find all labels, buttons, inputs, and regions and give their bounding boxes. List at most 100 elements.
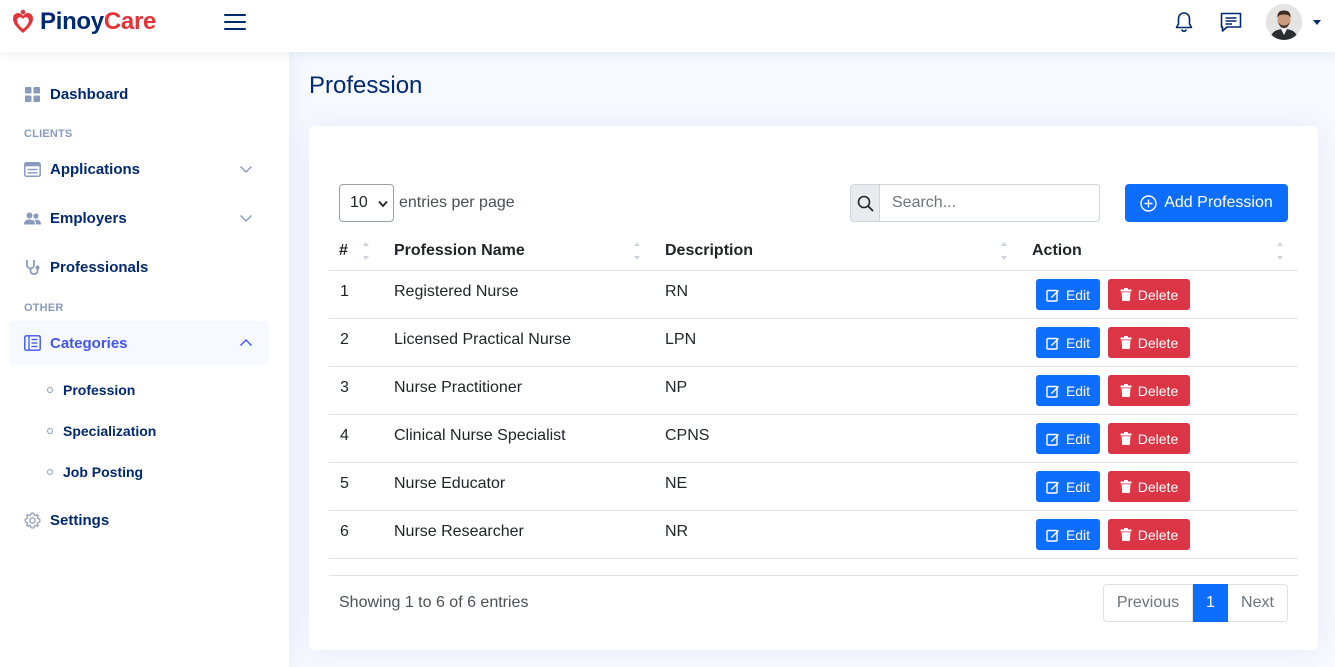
sort-icon[interactable] xyxy=(1276,240,1284,262)
menu-toggle-icon[interactable] xyxy=(223,11,247,33)
delete-button[interactable]: Delete xyxy=(1108,519,1190,550)
pagination-page-1[interactable]: 1 xyxy=(1193,584,1228,622)
column-header-number[interactable]: # xyxy=(339,242,348,260)
stethoscope-icon xyxy=(23,258,41,276)
search-input[interactable] xyxy=(880,184,1100,222)
pencil-square-icon xyxy=(1046,289,1059,302)
sort-icon[interactable] xyxy=(362,240,370,262)
row-profession-name: Licensed Practical Nurse xyxy=(394,331,571,348)
edit-label: Edit xyxy=(1065,286,1091,303)
edit-button[interactable]: Edit xyxy=(1036,279,1100,310)
bell-icon[interactable] xyxy=(1172,10,1196,34)
entries-per-page-label: entries per page xyxy=(399,194,515,211)
row-description: LPN xyxy=(665,331,697,348)
trash-icon xyxy=(1120,288,1132,301)
row-description: NR xyxy=(665,523,689,540)
row-number: 5 xyxy=(340,475,349,492)
circle-bullet-icon xyxy=(47,428,53,434)
sidebar-subitem-profession[interactable]: Profession xyxy=(47,380,135,400)
trash-icon xyxy=(1120,432,1132,445)
edit-button[interactable]: Edit xyxy=(1036,423,1100,454)
edit-button[interactable]: Edit xyxy=(1036,471,1100,502)
pencil-square-icon xyxy=(1046,481,1059,494)
pencil-square-icon xyxy=(1046,529,1059,542)
pagination-next[interactable]: Next xyxy=(1228,584,1288,622)
profession-table-card: 10 entries per page Add Profession # Pro… xyxy=(309,126,1318,650)
edit-label: Edit xyxy=(1065,334,1091,351)
sidebar-item-label: Settings xyxy=(50,511,110,529)
brand-logo[interactable]: PinoyCare xyxy=(12,9,156,35)
row-number: 4 xyxy=(340,427,349,444)
delete-button[interactable]: Delete xyxy=(1108,471,1190,502)
add-profession-button[interactable]: Add Profession xyxy=(1125,184,1288,222)
list-card-icon xyxy=(23,160,41,178)
user-avatar-image xyxy=(1266,4,1302,40)
brand-name-part2: Care xyxy=(103,8,157,35)
sidebar-item-professionals[interactable]: Professionals xyxy=(9,245,269,289)
add-profession-label: Add Profession xyxy=(1164,194,1273,211)
sidebar-item-dashboard[interactable]: Dashboard xyxy=(9,72,269,116)
sidebar-subitem-specialization[interactable]: Specialization xyxy=(47,421,156,441)
nav-heading-clients: CLIENTS xyxy=(24,128,73,140)
delete-button[interactable]: Delete xyxy=(1108,327,1190,358)
row-description: RN xyxy=(665,283,689,300)
entries-info: Showing 1 to 6 of 6 entries xyxy=(339,594,529,611)
table-row: 5 Nurse Educator NE Edit Delete xyxy=(329,463,1298,511)
sidebar-item-label: Employers xyxy=(50,209,127,227)
search-icon xyxy=(850,184,880,222)
chat-icon[interactable] xyxy=(1219,10,1243,34)
heart-logo-icon xyxy=(13,9,33,33)
sidebar-item-label: Professionals xyxy=(50,258,149,276)
delete-label: Delete xyxy=(1137,526,1179,543)
table-row: 2 Licensed Practical Nurse LPN Edit Dele… xyxy=(329,319,1298,367)
pagination: Previous 1 Next xyxy=(1103,584,1288,622)
delete-label: Delete xyxy=(1137,286,1179,303)
edit-label: Edit xyxy=(1065,478,1091,495)
row-number: 3 xyxy=(340,379,349,396)
pencil-square-icon xyxy=(1046,433,1059,446)
row-number: 1 xyxy=(340,283,349,300)
row-profession-name: Registered Nurse xyxy=(394,283,519,300)
delete-button[interactable]: Delete xyxy=(1108,423,1190,454)
sidebar-item-categories[interactable]: Categories xyxy=(9,321,269,365)
column-header-profession-name[interactable]: Profession Name xyxy=(394,242,525,260)
pagination-previous[interactable]: Previous xyxy=(1103,584,1193,622)
sidebar-item-label: Applications xyxy=(50,160,141,178)
gear-icon xyxy=(23,511,41,529)
sidebar-subitem-job-posting[interactable]: Job Posting xyxy=(47,462,143,482)
row-profession-name: Clinical Nurse Specialist xyxy=(394,427,566,444)
sidebar-item-settings[interactable]: Settings xyxy=(9,498,269,542)
delete-button[interactable]: Delete xyxy=(1108,375,1190,406)
brand-name: PinoyCare xyxy=(40,9,156,35)
pencil-square-icon xyxy=(1046,385,1059,398)
sidebar-item-label: Dashboard xyxy=(50,85,129,103)
sidebar: Dashboard CLIENTS Applications Employers… xyxy=(0,52,289,667)
people-icon xyxy=(23,209,41,227)
layout-list-icon xyxy=(23,334,41,352)
sort-icon[interactable] xyxy=(633,240,641,262)
circle-bullet-icon xyxy=(47,387,53,393)
edit-button[interactable]: Edit xyxy=(1036,375,1100,406)
plus-circle-icon xyxy=(1140,194,1157,212)
table-header: # Profession Name Description Action xyxy=(329,230,1298,271)
sort-icon[interactable] xyxy=(1000,240,1008,262)
user-avatar[interactable] xyxy=(1266,4,1302,40)
entries-per-page-select[interactable]: 10 xyxy=(339,184,394,222)
row-description: CPNS xyxy=(665,427,710,444)
search-group xyxy=(850,184,1100,222)
row-description: NP xyxy=(665,379,688,396)
row-profession-name: Nurse Practitioner xyxy=(394,379,523,396)
entries-per-page-value: 10 xyxy=(350,194,368,211)
delete-label: Delete xyxy=(1137,382,1179,399)
edit-button[interactable]: Edit xyxy=(1036,519,1100,550)
user-menu-caret-icon[interactable] xyxy=(1313,20,1321,25)
edit-button[interactable]: Edit xyxy=(1036,327,1100,358)
sidebar-item-employers[interactable]: Employers xyxy=(9,196,269,240)
column-header-action[interactable]: Action xyxy=(1032,242,1082,260)
row-description: NE xyxy=(665,475,688,492)
edit-label: Edit xyxy=(1065,526,1091,543)
sidebar-item-applications[interactable]: Applications xyxy=(9,147,269,191)
delete-button[interactable]: Delete xyxy=(1108,279,1190,310)
trash-icon xyxy=(1120,384,1132,397)
column-header-description[interactable]: Description xyxy=(665,242,753,260)
